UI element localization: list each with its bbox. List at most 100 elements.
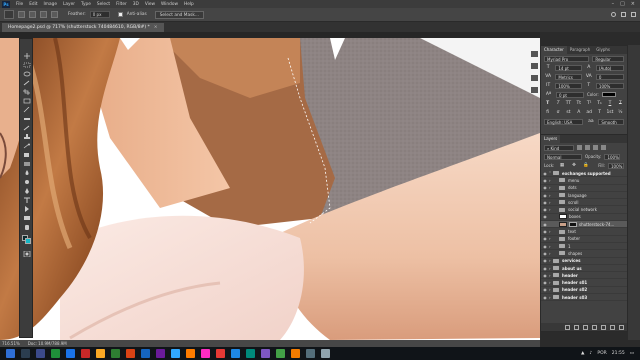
layer-row[interactable]: ◉ › header s03 — [541, 294, 627, 302]
kerning-input[interactable]: Metrics — [555, 73, 582, 80]
layer-row[interactable]: ◉ ˅ exchanges supported — [541, 170, 627, 178]
filter-adjustment-icon[interactable] — [585, 145, 590, 150]
taskbar-app-icon[interactable] — [51, 349, 60, 358]
type-tool-icon[interactable] — [23, 197, 31, 203]
layer-row[interactable]: ◉ › footer — [541, 236, 627, 243]
taskbar-app-icon[interactable] — [216, 349, 225, 358]
subtract-selection-icon[interactable] — [40, 11, 47, 18]
link-layers-icon[interactable] — [565, 324, 570, 330]
taskbar-app-icon[interactable] — [21, 349, 30, 358]
layer-row[interactable]: ◉ › menu — [541, 177, 627, 185]
background-color-swatch[interactable] — [25, 238, 31, 244]
close-icon[interactable]: × — [631, 1, 635, 7]
taskbar-app-icon[interactable] — [186, 349, 195, 358]
menu-window[interactable]: Window — [158, 2, 181, 7]
ligatures-button[interactable]: fi — [544, 110, 551, 115]
font-size-input[interactable]: 14 pt — [555, 64, 582, 71]
filter-type-icon[interactable] — [593, 145, 598, 150]
notifications-icon[interactable]: ▭ — [630, 351, 634, 356]
leading-input[interactable]: (Auto) — [595, 64, 625, 71]
layer-row[interactable]: ◉ › services — [541, 258, 627, 265]
visibility-eye-icon[interactable]: ◉ — [541, 229, 549, 234]
share-icon[interactable] — [631, 12, 636, 17]
menu-select[interactable]: Select — [94, 2, 113, 7]
pen-tool-icon[interactable] — [23, 188, 31, 194]
visibility-eye-icon[interactable]: ◉ — [541, 280, 549, 285]
visibility-eye-icon[interactable]: ◉ — [541, 287, 549, 292]
layer-row[interactable]: ◉ › shapes — [541, 250, 627, 258]
visibility-eye-icon[interactable]: ◉ — [541, 171, 549, 176]
layer-row[interactable]: ◉ › scroll — [541, 199, 627, 207]
properties-panel-icon[interactable] — [531, 63, 538, 69]
clock[interactable]: 21:55 — [612, 351, 625, 356]
text-color-swatch[interactable] — [601, 92, 616, 97]
antialias-checkbox[interactable] — [117, 12, 123, 17]
history-brush-tool-icon[interactable] — [23, 143, 31, 149]
lasso-tool-icon[interactable] — [23, 71, 31, 77]
superscript-button[interactable]: T¹ — [586, 101, 593, 106]
dodge-tool-icon[interactable] — [23, 179, 31, 185]
fill-input[interactable]: 100% — [608, 162, 624, 169]
visibility-eye-icon[interactable]: ◉ — [541, 193, 549, 198]
new-selection-icon[interactable] — [18, 11, 25, 18]
contextual-button[interactable]: T — [596, 110, 603, 115]
stylistic-alternates-button[interactable]: A — [575, 110, 582, 115]
windows-start-icon[interactable] — [6, 349, 15, 358]
gradient-tool-icon[interactable] — [23, 161, 31, 167]
new-group-icon[interactable] — [601, 324, 606, 330]
taskbar-app-icon[interactable] — [81, 349, 90, 358]
layer-row[interactable]: ◉ › social network — [541, 206, 627, 214]
taskbar-app-icon[interactable] — [36, 349, 45, 358]
taskbar-app-icon[interactable] — [126, 349, 135, 358]
volume-icon[interactable]: ♪ — [590, 351, 593, 356]
hand-tool-icon[interactable] — [23, 224, 31, 230]
document-tab[interactable]: Homepage2.psd @ 717% (shutterstock 74048… — [2, 23, 164, 32]
taskbar-app-icon[interactable] — [246, 349, 255, 358]
menu-image[interactable]: Image — [41, 2, 60, 7]
visibility-eye-icon[interactable]: ◉ — [541, 244, 549, 249]
eyedropper-tool-icon[interactable] — [23, 107, 31, 113]
taskbar-app-icon[interactable] — [306, 349, 315, 358]
layer-row[interactable]: ◉ shutterstock-74... — [541, 221, 627, 229]
tab-layers[interactable]: Layers — [541, 135, 561, 143]
filter-shape-icon[interactable] — [601, 145, 606, 150]
ordinals-button[interactable]: 1st — [606, 110, 613, 115]
select-and-mask-button[interactable]: Select and Mask... — [154, 10, 204, 19]
horizontal-scale-input[interactable]: 100% — [595, 82, 625, 89]
close-tab-icon[interactable]: × — [154, 25, 158, 30]
menu-filter[interactable]: Filter — [113, 2, 130, 7]
zoom-level[interactable]: 716.51% — [2, 341, 20, 346]
filter-pixel-icon[interactable] — [577, 145, 582, 150]
lock-pixels-icon[interactable]: ▦ — [557, 163, 566, 168]
layer-row[interactable]: ◉ › language — [541, 192, 627, 200]
layer-filter-select[interactable]: ⌕ Kind — [544, 144, 574, 151]
visibility-eye-icon[interactable]: ◉ — [541, 178, 549, 183]
font-family-select[interactable]: Myriad Pro — [544, 55, 590, 62]
taskbar-app-icon[interactable] — [276, 349, 285, 358]
quick-mask-icon[interactable] — [23, 251, 31, 257]
clone-stamp-tool-icon[interactable] — [23, 134, 31, 140]
maximize-icon[interactable]: □ — [620, 1, 625, 7]
history-panel-icon[interactable] — [531, 51, 538, 57]
visibility-eye-icon[interactable]: ◉ — [541, 200, 549, 205]
all-caps-button[interactable]: TT — [565, 101, 572, 106]
taskbar-app-icon[interactable] — [291, 349, 300, 358]
brush-panel-icon[interactable] — [531, 75, 538, 81]
add-mask-icon[interactable] — [583, 324, 588, 330]
blend-mode-select[interactable]: Normal — [544, 153, 582, 160]
taskbar-app-icon[interactable] — [261, 349, 270, 358]
layer-row[interactable]: ◉ › 1 — [541, 243, 627, 251]
visibility-eye-icon[interactable]: ◉ — [541, 222, 549, 227]
menu-view[interactable]: View — [142, 2, 158, 7]
search-icon[interactable] — [611, 12, 616, 17]
tab-character[interactable]: Character — [541, 46, 567, 54]
document-canvas[interactable] — [0, 38, 540, 340]
menu-3d[interactable]: 3D — [130, 2, 142, 7]
menu-edit[interactable]: Edit — [26, 2, 40, 7]
keyboard-language[interactable]: POR — [597, 351, 606, 356]
path-selection-tool-icon[interactable] — [23, 206, 31, 212]
healing-brush-tool-icon[interactable] — [23, 116, 31, 122]
visibility-eye-icon[interactable]: ◉ — [541, 251, 549, 256]
visibility-eye-icon[interactable]: ◉ — [541, 295, 549, 300]
add-selection-icon[interactable] — [29, 11, 36, 18]
